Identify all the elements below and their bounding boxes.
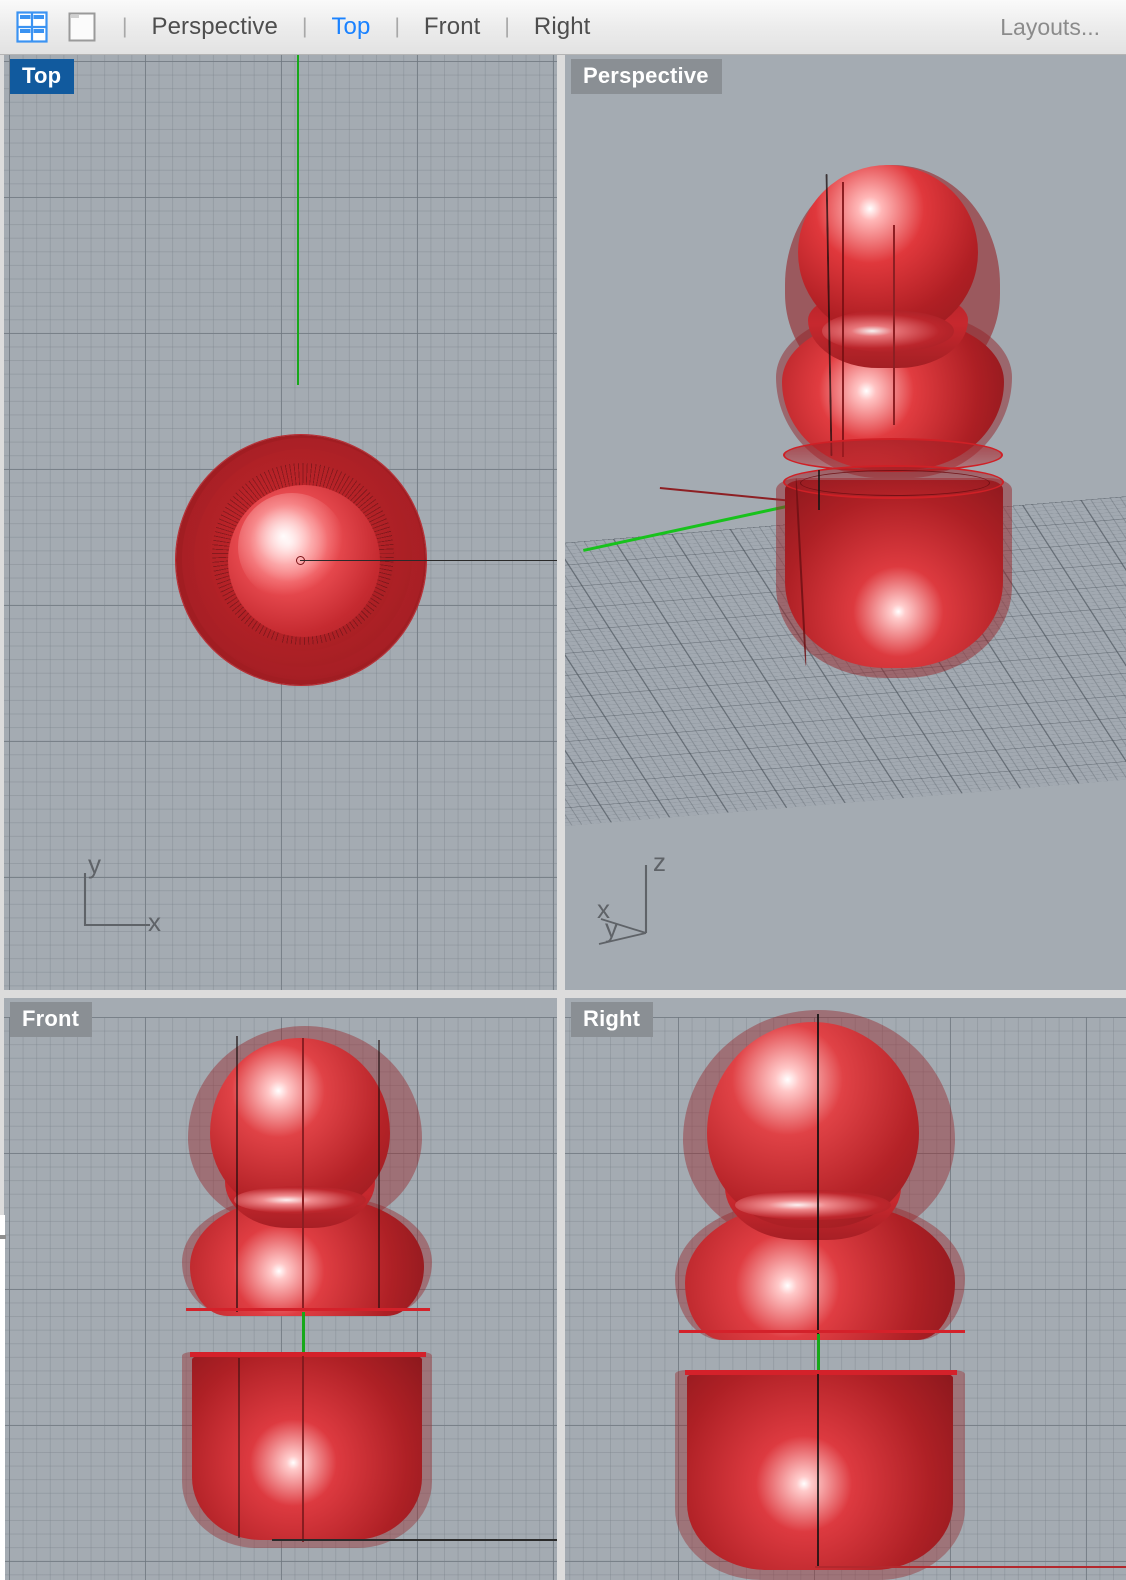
model-top-view <box>176 435 557 685</box>
model-seam-curve <box>236 1036 238 1312</box>
viewport-title-right[interactable]: Right <box>571 1002 654 1037</box>
viewport-tab-front[interactable]: Front <box>414 11 491 43</box>
model-axis-line <box>893 225 895 425</box>
model-cup-rim-line <box>685 1370 957 1375</box>
model-cup <box>687 1374 953 1570</box>
x-axis-line-top <box>300 560 557 562</box>
model-perspective-view <box>776 160 1012 678</box>
left-edge-marker <box>0 1235 6 1239</box>
model-neck-highlight <box>735 1190 891 1220</box>
model-front-view <box>182 1026 557 1548</box>
four-viewport-layout-icon[interactable] <box>16 11 48 43</box>
model-cup-rim-line <box>190 1352 426 1357</box>
viewport-perspective[interactable]: z x y Perspective <box>565 55 1126 990</box>
model-seam-curve-right <box>378 1040 380 1310</box>
viewport-title-perspective[interactable]: Perspective <box>571 59 722 94</box>
single-viewport-layout-icon[interactable] <box>66 11 98 43</box>
viewport-tab-right[interactable]: Right <box>524 11 601 43</box>
toolbar-separator-1: | <box>122 15 128 38</box>
viewport-toolbar: | Perspective | Top | Front | Right Layo… <box>0 0 1126 55</box>
model-cup-seam-dark <box>818 470 820 510</box>
viewport-right[interactable]: Right <box>565 998 1126 1580</box>
x-axis-line-front <box>272 1539 557 1541</box>
viewport-title-top[interactable]: Top <box>10 59 75 94</box>
model-axis-line <box>302 1038 304 1310</box>
model-cup-seam <box>817 1374 819 1566</box>
model-upper-cut-line <box>679 1330 965 1333</box>
rhino-app-window: | Perspective | Top | Front | Right Layo… <box>0 0 1126 1580</box>
model-specular-highlight <box>238 493 346 601</box>
left-edge-panel <box>0 1215 5 1580</box>
viewport-tab-top[interactable]: Top <box>321 11 380 43</box>
toolbar-separator-3: | <box>394 15 400 38</box>
model-cup-inner-rim <box>800 470 990 496</box>
model-neck-highlight <box>234 1186 366 1214</box>
viewport-grid: y x Top z x y Perspective Front Right <box>0 55 1126 1580</box>
toolbar-separator-2: | <box>301 15 308 38</box>
viewport-title-front[interactable]: Front <box>10 1002 93 1037</box>
layouts-button[interactable]: Layouts... <box>1000 14 1104 41</box>
model-cup <box>192 1356 422 1540</box>
model-cup-axis-line <box>302 1356 304 1542</box>
model-axis-line <box>817 1014 819 1336</box>
x-axis-line-right <box>815 1566 1126 1568</box>
model-upper-cut-line <box>186 1308 430 1311</box>
model-cup-seam <box>238 1358 240 1538</box>
y-axis-line-top <box>297 55 299 385</box>
y-axis-line-right <box>817 1334 820 1374</box>
toolbar-separator-4: | <box>504 15 510 38</box>
viewport-front[interactable]: Front <box>4 998 557 1580</box>
viewport-top[interactable]: y x Top <box>4 55 557 990</box>
viewport-tab-perspective[interactable]: Perspective <box>141 11 288 43</box>
model-seam-curve-2 <box>842 182 844 457</box>
model-right-view <box>675 1008 1126 1580</box>
